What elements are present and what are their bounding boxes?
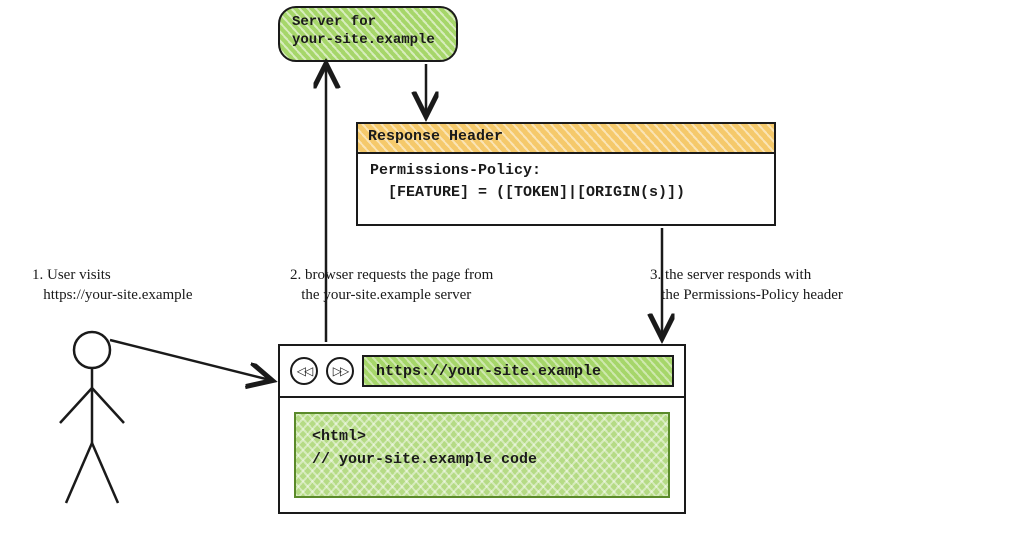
back-button[interactable]: ◁◁	[290, 357, 318, 385]
step-3-line2: the Permissions-Policy header	[650, 285, 960, 305]
response-header-body: Permissions-Policy: [FEATURE] = ([TOKEN]…	[358, 154, 774, 212]
step-1-label: 1. User visits https://your-site.example	[32, 265, 252, 306]
browser-viewport: <html> // your-site.example code	[280, 398, 684, 512]
server-line1: Server for	[292, 14, 444, 32]
arrow-server-to-response	[412, 62, 442, 124]
arrow-response-to-browser	[648, 226, 678, 346]
arrow-browser-to-server	[312, 60, 342, 346]
diagram-stage: Server for your-site.example Response He…	[0, 0, 1012, 538]
step-1-line2: https://your-site.example	[32, 285, 252, 305]
server-line2: your-site.example	[292, 32, 444, 50]
step-3-line1: 3. the server responds with	[650, 265, 960, 285]
response-header-line1: Permissions-Policy:	[370, 160, 762, 182]
arrow-user-to-browser	[110, 332, 280, 392]
page-code-area: <html> // your-site.example code	[294, 412, 670, 498]
response-header-line2: [FEATURE] = ([TOKEN]|[ORIGIN(s)])	[370, 182, 762, 204]
server-box: Server for your-site.example	[278, 6, 458, 62]
url-bar[interactable]: https://your-site.example	[362, 355, 674, 387]
rewind-icon: ◁◁	[297, 364, 311, 378]
browser-window: ◁◁ ▷▷ https://your-site.example <html> /…	[278, 344, 686, 514]
code-line1: <html>	[312, 426, 652, 449]
response-header-title: Response Header	[358, 124, 774, 154]
step-3-label: 3. the server responds with the Permissi…	[650, 265, 960, 306]
browser-chrome: ◁◁ ▷▷ https://your-site.example	[280, 346, 684, 398]
code-line2: // your-site.example code	[312, 449, 652, 472]
response-header-box: Response Header Permissions-Policy: [FEA…	[356, 122, 776, 226]
forward-button[interactable]: ▷▷	[326, 357, 354, 385]
step-1-line1: 1. User visits	[32, 265, 252, 285]
fast-forward-icon: ▷▷	[333, 364, 347, 378]
url-text: https://your-site.example	[376, 363, 601, 380]
